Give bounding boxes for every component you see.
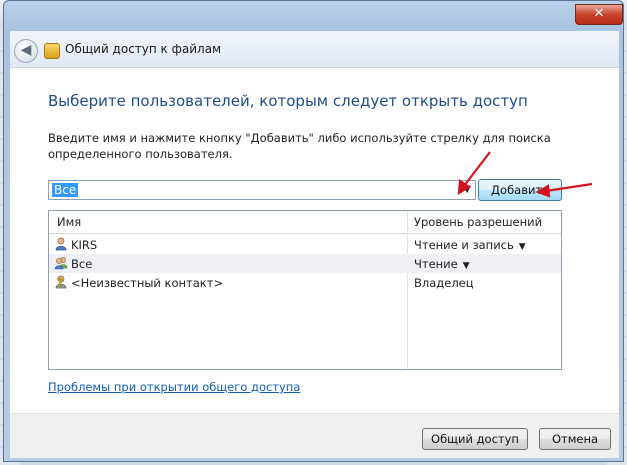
dialog-window: ✕ ◀ Общий доступ к файлам Выберите польз… <box>3 0 624 462</box>
row-name: KIRS <box>71 238 98 252</box>
chevron-down-icon[interactable]: ▼ <box>463 261 470 271</box>
row-name: <Неизвестный контакт> <box>71 276 224 290</box>
help-link[interactable]: Проблемы при открытии общего доступа <box>48 380 300 394</box>
row-name: Все <box>71 257 93 271</box>
share-button[interactable]: Общий доступ <box>422 428 528 450</box>
close-button[interactable]: ✕ <box>575 4 623 25</box>
unknown-contact-icon: ? <box>55 275 67 289</box>
row-permission[interactable]: Чтение ▼ <box>414 257 470 271</box>
instruction-text: Введите имя и нажмите кнопку "Добавить" … <box>48 131 551 161</box>
back-arrow-icon: ◀ <box>20 42 32 58</box>
user-combobox-value[interactable]: Все <box>52 183 79 197</box>
file-sharing-icon <box>44 43 60 59</box>
column-header-name[interactable]: Имя <box>57 215 81 229</box>
title-bar: ◀ Общий доступ к файлам <box>10 31 619 68</box>
cancel-button[interactable]: Отмена <box>539 428 611 450</box>
row-permission-label: Чтение и запись <box>414 238 514 252</box>
table-header: Имя Уровень разрешений <box>49 211 561 234</box>
table-row[interactable]: Все Чтение ▼ <box>49 254 561 273</box>
svg-text:?: ? <box>57 276 63 289</box>
back-button[interactable]: ◀ <box>14 39 38 63</box>
permissions-table: Имя Уровень разрешений KIRS Чтение и зап… <box>48 210 562 370</box>
row-permission-label: Чтение <box>414 257 458 271</box>
table-row[interactable]: ? <Неизвестный контакт> Владелец <box>49 273 561 292</box>
dialog-content: Выберите пользователей, которым следует … <box>10 68 619 413</box>
users-group-icon <box>54 257 68 270</box>
add-button[interactable]: Добавить <box>478 179 562 201</box>
user-icon <box>55 237 67 251</box>
table-row[interactable]: KIRS Чтение и запись ▼ <box>49 235 561 254</box>
column-header-permission[interactable]: Уровень разрешений <box>414 215 542 229</box>
chevron-down-icon[interactable]: ▼ <box>519 242 526 252</box>
page-title: Выберите пользователей, которым следует … <box>48 92 528 110</box>
dialog-footer: Общий доступ Отмена <box>10 413 619 458</box>
user-combobox[interactable]: Все ▼ <box>48 180 476 200</box>
row-permission[interactable]: Чтение и запись ▼ <box>414 238 526 252</box>
window-title: Общий доступ к файлам <box>65 42 222 56</box>
chevron-down-icon[interactable]: ▼ <box>463 184 471 195</box>
row-permission: Владелец <box>414 276 474 290</box>
